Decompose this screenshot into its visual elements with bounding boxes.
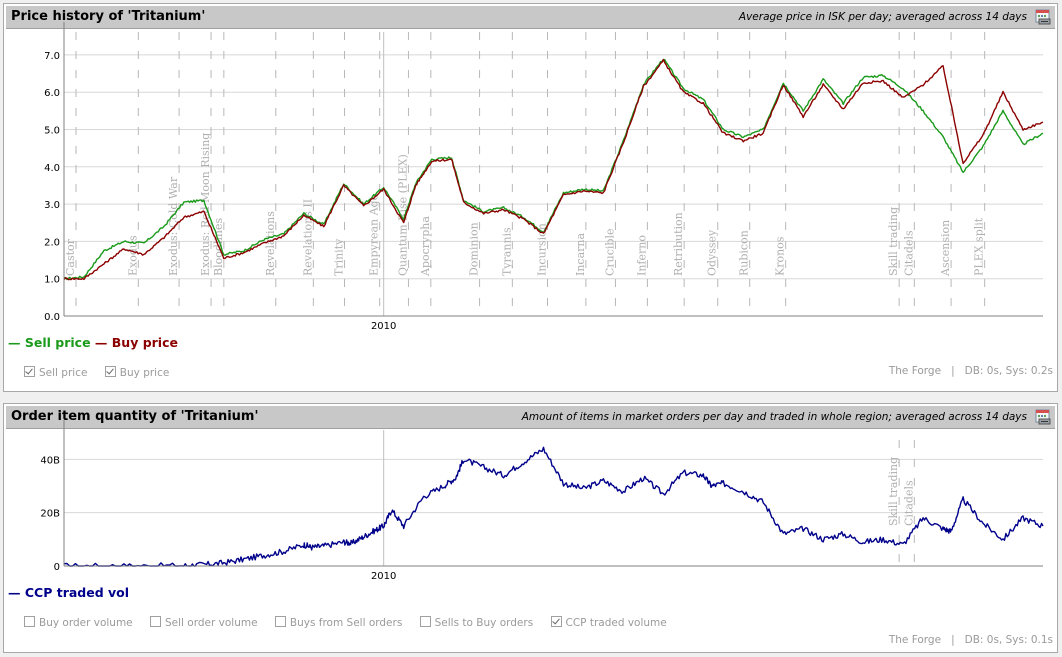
region-label: The Forge: [888, 365, 942, 377]
toggle-sells-to-buy-orders[interactable]: Sells to Buy orders: [419, 616, 533, 629]
timing-label: DB: 0s, Sys: 0.1s: [964, 634, 1053, 646]
event-label: Incarna: [574, 233, 587, 276]
chart-legend: — Sell price — Buy price: [8, 335, 178, 350]
toggle-ccp-traded-volume[interactable]: CCP traded volume: [550, 616, 667, 629]
panel-footer: The Forge | DB: 0s, Sys: 0.2s: [888, 365, 1053, 377]
y-tick-label: 0.0: [44, 312, 60, 323]
price-history-chart: 0.0 1.0 2.0 3.0 4.0 5.0 6.0 7.0 2010 Castor Exodus…: [44, 22, 1044, 332]
event-label: Retribution: [672, 212, 685, 276]
y-tick-label: 3.0: [44, 200, 60, 211]
event-label: Castor: [64, 238, 77, 276]
event-label: PLEX split: [973, 217, 986, 276]
y-tick-label: 5.0: [44, 126, 60, 137]
checkbox-icon[interactable]: [104, 366, 116, 377]
toggle-buys-from-sell-orders[interactable]: Buys from Sell orders: [274, 616, 402, 629]
event-label: Inferno: [635, 235, 648, 276]
x-tick-label: 2010: [371, 321, 396, 332]
event-label: Revelations II: [301, 199, 314, 276]
event-label: Tyrannis: [500, 227, 513, 276]
chart-legend: — CCP traded vol: [8, 585, 129, 600]
y-tick-label: 1.0: [44, 275, 60, 286]
y-tick-label: 0: [54, 562, 60, 573]
x-tick-label: 2010: [371, 571, 396, 582]
event-label: Ascension: [939, 220, 952, 277]
event-label: Citadels: [902, 230, 915, 276]
checkbox-icon[interactable]: [24, 616, 35, 627]
event-label: Skill trading: [887, 207, 900, 276]
order-quantity-panel: Order item quantity of 'Tritanium' Amoun…: [3, 403, 1058, 653]
checkbox-icon[interactable]: [550, 616, 562, 627]
y-tick-label: 2.0: [44, 237, 60, 248]
event-label: Odyssey: [706, 229, 719, 276]
y-tick-label: 40B: [40, 455, 60, 466]
event-label: Dominion: [468, 222, 481, 276]
event-label: Skill trading: [887, 457, 900, 526]
y-tick-label: 6.0: [44, 88, 60, 99]
legend-item-ccp-traded-vol: — CCP traded vol: [8, 585, 130, 600]
region-label: The Forge: [888, 634, 942, 646]
event-label: Empyrean Age: [368, 194, 381, 276]
toggle-buy-order-volume[interactable]: Buy order volume: [24, 616, 133, 629]
toggle-sell-order-volume[interactable]: Sell order volume: [150, 616, 258, 629]
y-tick-label: 4.0: [44, 163, 60, 174]
y-tick-label: 20B: [40, 509, 60, 520]
event-label: Citadels: [902, 480, 915, 526]
event-label: Exodus: Cold War: [167, 176, 180, 276]
y-tick-label: 7.0: [44, 51, 60, 62]
order-quantity-chart: 0 20B 40B 2010 Skill trading Citadels: [40, 420, 1044, 582]
event-label: Crucible: [603, 228, 616, 276]
price-history-panel: Price history of 'Tritanium' Average pri…: [3, 3, 1058, 392]
event-label: Kronos: [774, 236, 787, 276]
series-options: Sell price Buy price: [24, 366, 183, 379]
series-options: Buy order volume Sell order volume Buys …: [24, 616, 681, 629]
event-label: Apocrypha: [419, 216, 432, 277]
checkbox-icon[interactable]: [24, 366, 35, 377]
event-label: Revelations: [264, 211, 277, 276]
timing-label: DB: 0s, Sys: 0.2s: [964, 365, 1053, 377]
legend-item-sell-price: — Sell price: [8, 335, 91, 350]
panel-footer: The Forge | DB: 0s, Sys: 0.1s: [888, 634, 1053, 646]
checkbox-icon[interactable]: [419, 616, 431, 627]
checkbox-icon[interactable]: [274, 616, 286, 627]
event-label: Rubicon: [738, 230, 751, 276]
checkbox-icon[interactable]: [150, 616, 161, 627]
toggle-buy-price[interactable]: Buy price: [104, 366, 169, 379]
toggle-sell-price[interactable]: Sell price: [24, 366, 87, 379]
event-label: Trinity: [333, 238, 346, 276]
legend-item-buy-price: — Buy price: [94, 335, 178, 350]
event-label: Exodus: [126, 235, 139, 276]
